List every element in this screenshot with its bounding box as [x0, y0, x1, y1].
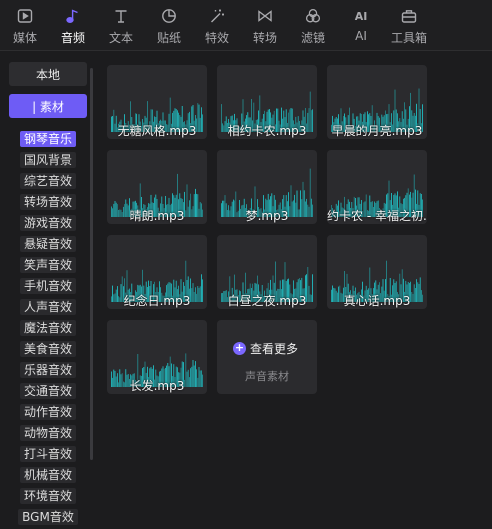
- category-item[interactable]: 美食音效: [0, 341, 96, 361]
- view-more-label: 查看更多: [250, 341, 299, 356]
- category-item[interactable]: 综艺音效: [0, 173, 96, 193]
- local-tab-button[interactable]: 本地: [9, 62, 87, 86]
- category-item[interactable]: 悬疑音效: [0, 236, 96, 256]
- category-item[interactable]: 国风背景: [0, 152, 96, 172]
- audio-title: 晴朗.mp3: [129, 209, 185, 223]
- filter-icon: [304, 7, 322, 25]
- category-label: 手机音效: [19, 278, 76, 294]
- audio-card[interactable]: 真心话.mp3: [327, 235, 427, 309]
- ai-icon: AI: [354, 9, 368, 23]
- category-item[interactable]: 乐器音效: [0, 362, 96, 382]
- tab-label: 工具箱: [390, 31, 427, 45]
- tab-media[interactable]: 媒体: [3, 4, 47, 48]
- category-label: 游戏音效: [19, 215, 76, 231]
- category-label: 钢琴音乐: [19, 131, 76, 147]
- tab-label: 贴纸: [156, 31, 181, 45]
- tab-toolbox[interactable]: 工具箱: [387, 4, 431, 48]
- audio-title: 真心话.mp3: [343, 294, 411, 308]
- category-label: 笑声音效: [19, 257, 76, 273]
- top-toolbar: 媒体 音频 文本 贴纸 特效 转场 滤镜 AI AI 工具箱: [0, 0, 492, 51]
- tab-label: 文本: [108, 31, 133, 45]
- category-item[interactable]: BGM音效: [0, 509, 96, 529]
- tab-text[interactable]: 文本: [99, 4, 143, 48]
- tab-label: 音频: [60, 31, 85, 45]
- category-label: 动作音效: [19, 404, 76, 420]
- audio-title: 约卡农 - 幸福之初.m: [327, 209, 427, 223]
- category-sidebar: 本地 | 素材 钢琴音乐 国风背景 综艺音效 转场音效 游戏音效 悬疑音效 笑声…: [0, 58, 96, 525]
- sticker-icon: [160, 7, 178, 25]
- category-label: 魔法音效: [19, 320, 76, 336]
- audio-card[interactable]: 相约卡农.mp3: [217, 65, 317, 139]
- audio-title: 梦.mp3: [245, 209, 289, 223]
- media-icon: [16, 7, 34, 25]
- category-item[interactable]: 动作音效: [0, 404, 96, 424]
- category-label: 综艺音效: [19, 173, 76, 189]
- category-label: 乐器音效: [19, 362, 76, 378]
- tab-effects[interactable]: 特效: [195, 4, 239, 48]
- magic-wand-icon: [208, 7, 226, 25]
- tab-label: AI: [355, 29, 367, 43]
- audio-card[interactable]: 白昼之夜.mp3: [217, 235, 317, 309]
- category-item[interactable]: 钢琴音乐: [0, 131, 96, 151]
- audio-title: 长发.mp3: [129, 379, 185, 393]
- tab-sticker[interactable]: 贴纸: [147, 4, 191, 48]
- tab-transition[interactable]: 转场: [243, 4, 287, 48]
- view-more-button[interactable]: + 查看更多: [233, 340, 298, 356]
- category-item[interactable]: 手机音效: [0, 278, 96, 298]
- tab-label: 转场: [252, 31, 277, 45]
- category-label: 环境音效: [19, 488, 76, 504]
- plus-icon: +: [233, 340, 246, 355]
- category-item[interactable]: 人声音效: [0, 299, 96, 319]
- category-label: 机械音效: [19, 467, 76, 483]
- category-label: 交通音效: [19, 383, 76, 399]
- category-item[interactable]: 笑声音效: [0, 257, 96, 277]
- category-label: 打斗音效: [19, 446, 76, 462]
- audio-card[interactable]: 约卡农 - 幸福之初.m: [327, 150, 427, 224]
- category-item[interactable]: 动物音效: [0, 425, 96, 445]
- audio-card[interactable]: 晴朗.mp3: [107, 150, 207, 224]
- audio-card[interactable]: 早晨的月亮.mp3: [327, 65, 427, 139]
- tab-label: 滤镜: [300, 31, 325, 45]
- category-label: 人声音效: [19, 299, 76, 315]
- category-label: 转场音效: [19, 194, 76, 210]
- transition-icon: [256, 7, 274, 25]
- category-label: 国风背景: [19, 152, 76, 168]
- material-tab-button[interactable]: | 素材: [9, 94, 87, 118]
- audio-title: 纪念日.mp3: [123, 294, 191, 308]
- category-item[interactable]: 转场音效: [0, 194, 96, 214]
- category-label: BGM音效: [18, 509, 78, 525]
- category-label: 动物音效: [19, 425, 76, 441]
- tab-filter[interactable]: 滤镜: [291, 4, 335, 48]
- audio-title: 早晨的月亮.mp3: [331, 124, 423, 138]
- audio-title: 无糖风格.mp3: [117, 124, 197, 138]
- category-item[interactable]: 游戏音效: [0, 215, 96, 235]
- category-label: 悬疑音效: [19, 236, 76, 252]
- tab-ai[interactable]: AI AI: [339, 4, 383, 48]
- category-item[interactable]: 机械音效: [0, 467, 96, 487]
- category-item[interactable]: 环境音效: [0, 488, 96, 508]
- category-item[interactable]: 交通音效: [0, 383, 96, 403]
- category-item[interactable]: 魔法音效: [0, 320, 96, 340]
- more-sounds-card: + 查看更多 声音素材: [217, 320, 317, 394]
- music-note-icon: [64, 7, 82, 25]
- text-icon: [112, 7, 130, 25]
- tab-label: 特效: [204, 31, 229, 45]
- category-item[interactable]: 打斗音效: [0, 446, 96, 466]
- more-sub-label: 声音素材: [245, 370, 289, 383]
- audio-card[interactable]: 长发.mp3: [107, 320, 207, 394]
- audio-card[interactable]: 梦.mp3: [217, 150, 317, 224]
- audio-card[interactable]: 无糖风格.mp3: [107, 65, 207, 139]
- tab-audio[interactable]: 音频: [51, 4, 95, 48]
- audio-card[interactable]: 纪念日.mp3: [107, 235, 207, 309]
- audio-title: 白昼之夜.mp3: [227, 294, 307, 308]
- tab-label: 媒体: [12, 31, 37, 45]
- toolbox-icon: [400, 7, 418, 25]
- audio-title: 相约卡农.mp3: [227, 124, 307, 138]
- category-label: 美食音效: [19, 341, 76, 357]
